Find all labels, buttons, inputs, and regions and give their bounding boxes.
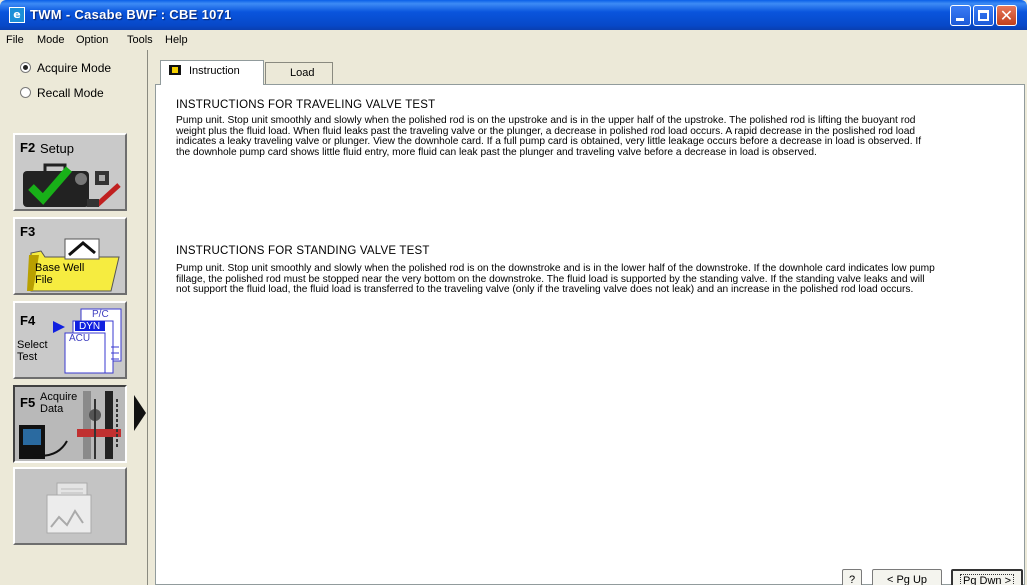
maximize-icon bbox=[978, 10, 989, 21]
tab-load-label: Load bbox=[290, 67, 315, 79]
instruction-panel: INSTRUCTIONS FOR TRAVELING VALVE TEST Pu… bbox=[155, 84, 1025, 585]
acu-label: ACU bbox=[69, 333, 91, 344]
menu-option[interactable]: Option bbox=[76, 34, 108, 46]
minimize-button[interactable] bbox=[950, 5, 971, 26]
acquire-mode-label: Acquire Mode bbox=[37, 61, 112, 75]
page-down-label: Pg Dwn > bbox=[960, 574, 1014, 585]
maximize-button[interactable] bbox=[973, 5, 994, 26]
instruction-icon bbox=[169, 65, 181, 75]
tab-load[interactable]: Load bbox=[265, 62, 333, 84]
app-icon[interactable]: e bbox=[9, 7, 25, 23]
active-indicator-arrow bbox=[134, 395, 146, 431]
window-title: TWM - Casabe BWF : CBE 1071 bbox=[30, 7, 232, 22]
analysis-report-icon bbox=[46, 482, 92, 534]
setup-toolbox-icon bbox=[23, 163, 121, 207]
help-button[interactable]: ? bbox=[842, 569, 862, 585]
menu-bar: File Mode Option Tools Help bbox=[0, 30, 1027, 50]
standing-valve-title: INSTRUCTIONS FOR STANDING VALVE TEST bbox=[176, 245, 430, 257]
page-down-button[interactable]: Pg Dwn > bbox=[951, 569, 1023, 585]
dyn-label: DYN bbox=[79, 321, 101, 332]
f3-base-well-file-button[interactable]: F3 Base Well File bbox=[13, 217, 127, 295]
acquire-equipment-icon bbox=[19, 391, 121, 459]
f4-select-test-button[interactable]: F4 Select Test P/C DYN ACU bbox=[13, 301, 127, 379]
menu-tools[interactable]: Tools bbox=[127, 34, 153, 46]
minimize-icon bbox=[956, 18, 964, 21]
menu-file[interactable]: File bbox=[6, 34, 24, 46]
menu-help[interactable]: Help bbox=[165, 34, 188, 46]
title-bar[interactable]: e TWM - Casabe BWF : CBE 1071 ✕ bbox=[0, 0, 1027, 30]
f3-base-well-file-label: Base Well File bbox=[35, 262, 85, 286]
recall-mode-radio[interactable]: Recall Mode bbox=[20, 86, 104, 100]
acquire-mode-radio[interactable]: Acquire Mode bbox=[20, 61, 111, 75]
close-icon: ✕ bbox=[999, 6, 1014, 25]
f5-acquire-data-button[interactable]: F5 Acquire Data bbox=[13, 385, 127, 463]
f2-setup-label: Setup bbox=[40, 141, 74, 156]
f4-select-test-label: Select Test bbox=[17, 339, 48, 363]
pc-label: P/C bbox=[92, 309, 109, 320]
f2-setup-button[interactable]: F2 Setup bbox=[13, 133, 127, 211]
recall-mode-label: Recall Mode bbox=[37, 86, 104, 100]
traveling-valve-title: INSTRUCTIONS FOR TRAVELING VALVE TEST bbox=[176, 99, 436, 111]
radio-selected-icon bbox=[20, 62, 31, 73]
sidebar: Acquire Mode Recall Mode F2 Setup F3 Bas… bbox=[0, 50, 148, 585]
page-up-button[interactable]: < Pg Up bbox=[872, 569, 942, 585]
menu-mode[interactable]: Mode bbox=[37, 34, 65, 46]
main-panel: Instruction Load INSTRUCTIONS FOR TRAVEL… bbox=[150, 52, 1027, 585]
standing-valve-body: Pump unit. Stop unit smoothly and slowly… bbox=[176, 263, 935, 296]
tab-instruction[interactable]: Instruction bbox=[160, 60, 264, 85]
traveling-valve-body: Pump unit. Stop unit smoothly and slowly… bbox=[176, 115, 922, 158]
radio-unselected-icon bbox=[20, 87, 31, 98]
tab-instruction-label: Instruction bbox=[189, 65, 240, 77]
analysis-button-disabled bbox=[13, 467, 127, 545]
f2-key-label: F2 bbox=[20, 140, 36, 155]
close-button[interactable]: ✕ bbox=[996, 5, 1017, 26]
f4-key-label: F4 bbox=[20, 313, 36, 328]
